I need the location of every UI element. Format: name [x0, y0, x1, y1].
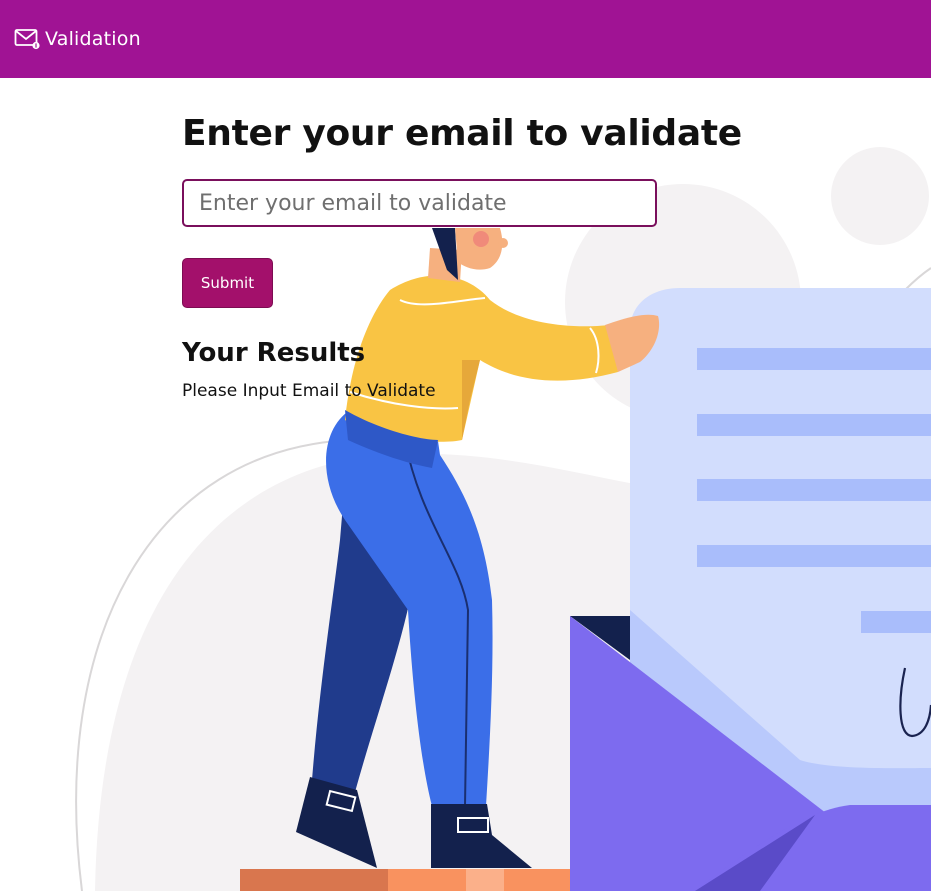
letter-line — [697, 414, 931, 436]
brand-title: Validation — [45, 28, 141, 50]
letter-line — [697, 348, 931, 370]
submit-button[interactable]: Submit — [182, 258, 273, 308]
floor-box — [240, 869, 388, 891]
email-input[interactable] — [182, 179, 657, 227]
navbar: Validation — [0, 0, 931, 78]
results-message: Please Input Email to Validate — [182, 381, 436, 401]
letter-line — [861, 611, 931, 633]
background-circle-small — [831, 147, 929, 245]
main-content: Enter your email to validate Submit Your… — [182, 110, 782, 401]
person-cheek — [473, 231, 489, 247]
letter-line — [697, 479, 931, 501]
floor-box — [388, 869, 466, 891]
letter-line — [697, 545, 931, 567]
floor-box — [466, 869, 504, 891]
brand-link[interactable]: Validation — [14, 27, 141, 51]
person-ear — [498, 238, 508, 248]
floor-box — [504, 869, 570, 891]
page-title: Enter your email to validate — [182, 113, 742, 154]
envelope-icon — [14, 29, 40, 50]
background-arc — [904, 267, 931, 291]
results-heading: Your Results — [182, 338, 366, 368]
